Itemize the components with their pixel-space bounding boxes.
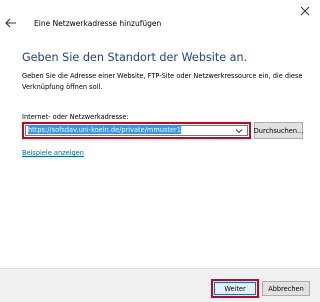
page-heading: Geben Sie den Standort der Website an. — [22, 51, 248, 64]
browse-button[interactable]: Durchsuchen... — [254, 122, 303, 139]
back-arrow-icon — [5, 18, 16, 28]
cancel-button[interactable]: Abbrechen — [262, 281, 310, 296]
next-button[interactable]: Weiter — [214, 282, 256, 295]
close-icon — [300, 6, 310, 16]
address-label: Internet- oder Netzwerkadresse: — [22, 113, 129, 121]
address-input[interactable]: https://sofsdav.uni-koeln.de/private/mmu… — [25, 125, 248, 136]
title-bar: Eine Netzwerkadresse hinzufügen — [0, 0, 320, 28]
address-input-value: https://sofsdav.uni-koeln.de/private/mmu… — [28, 126, 181, 134]
window-title: Eine Netzwerkadresse hinzufügen — [34, 19, 162, 28]
examples-link[interactable]: Beispiele anzeigen — [22, 149, 84, 157]
close-button[interactable] — [298, 4, 312, 18]
back-button[interactable] — [4, 16, 18, 30]
chevron-down-icon[interactable] — [235, 128, 243, 134]
description-text: Geben Sie die Adresse einer Website, FTP… — [22, 72, 303, 91]
